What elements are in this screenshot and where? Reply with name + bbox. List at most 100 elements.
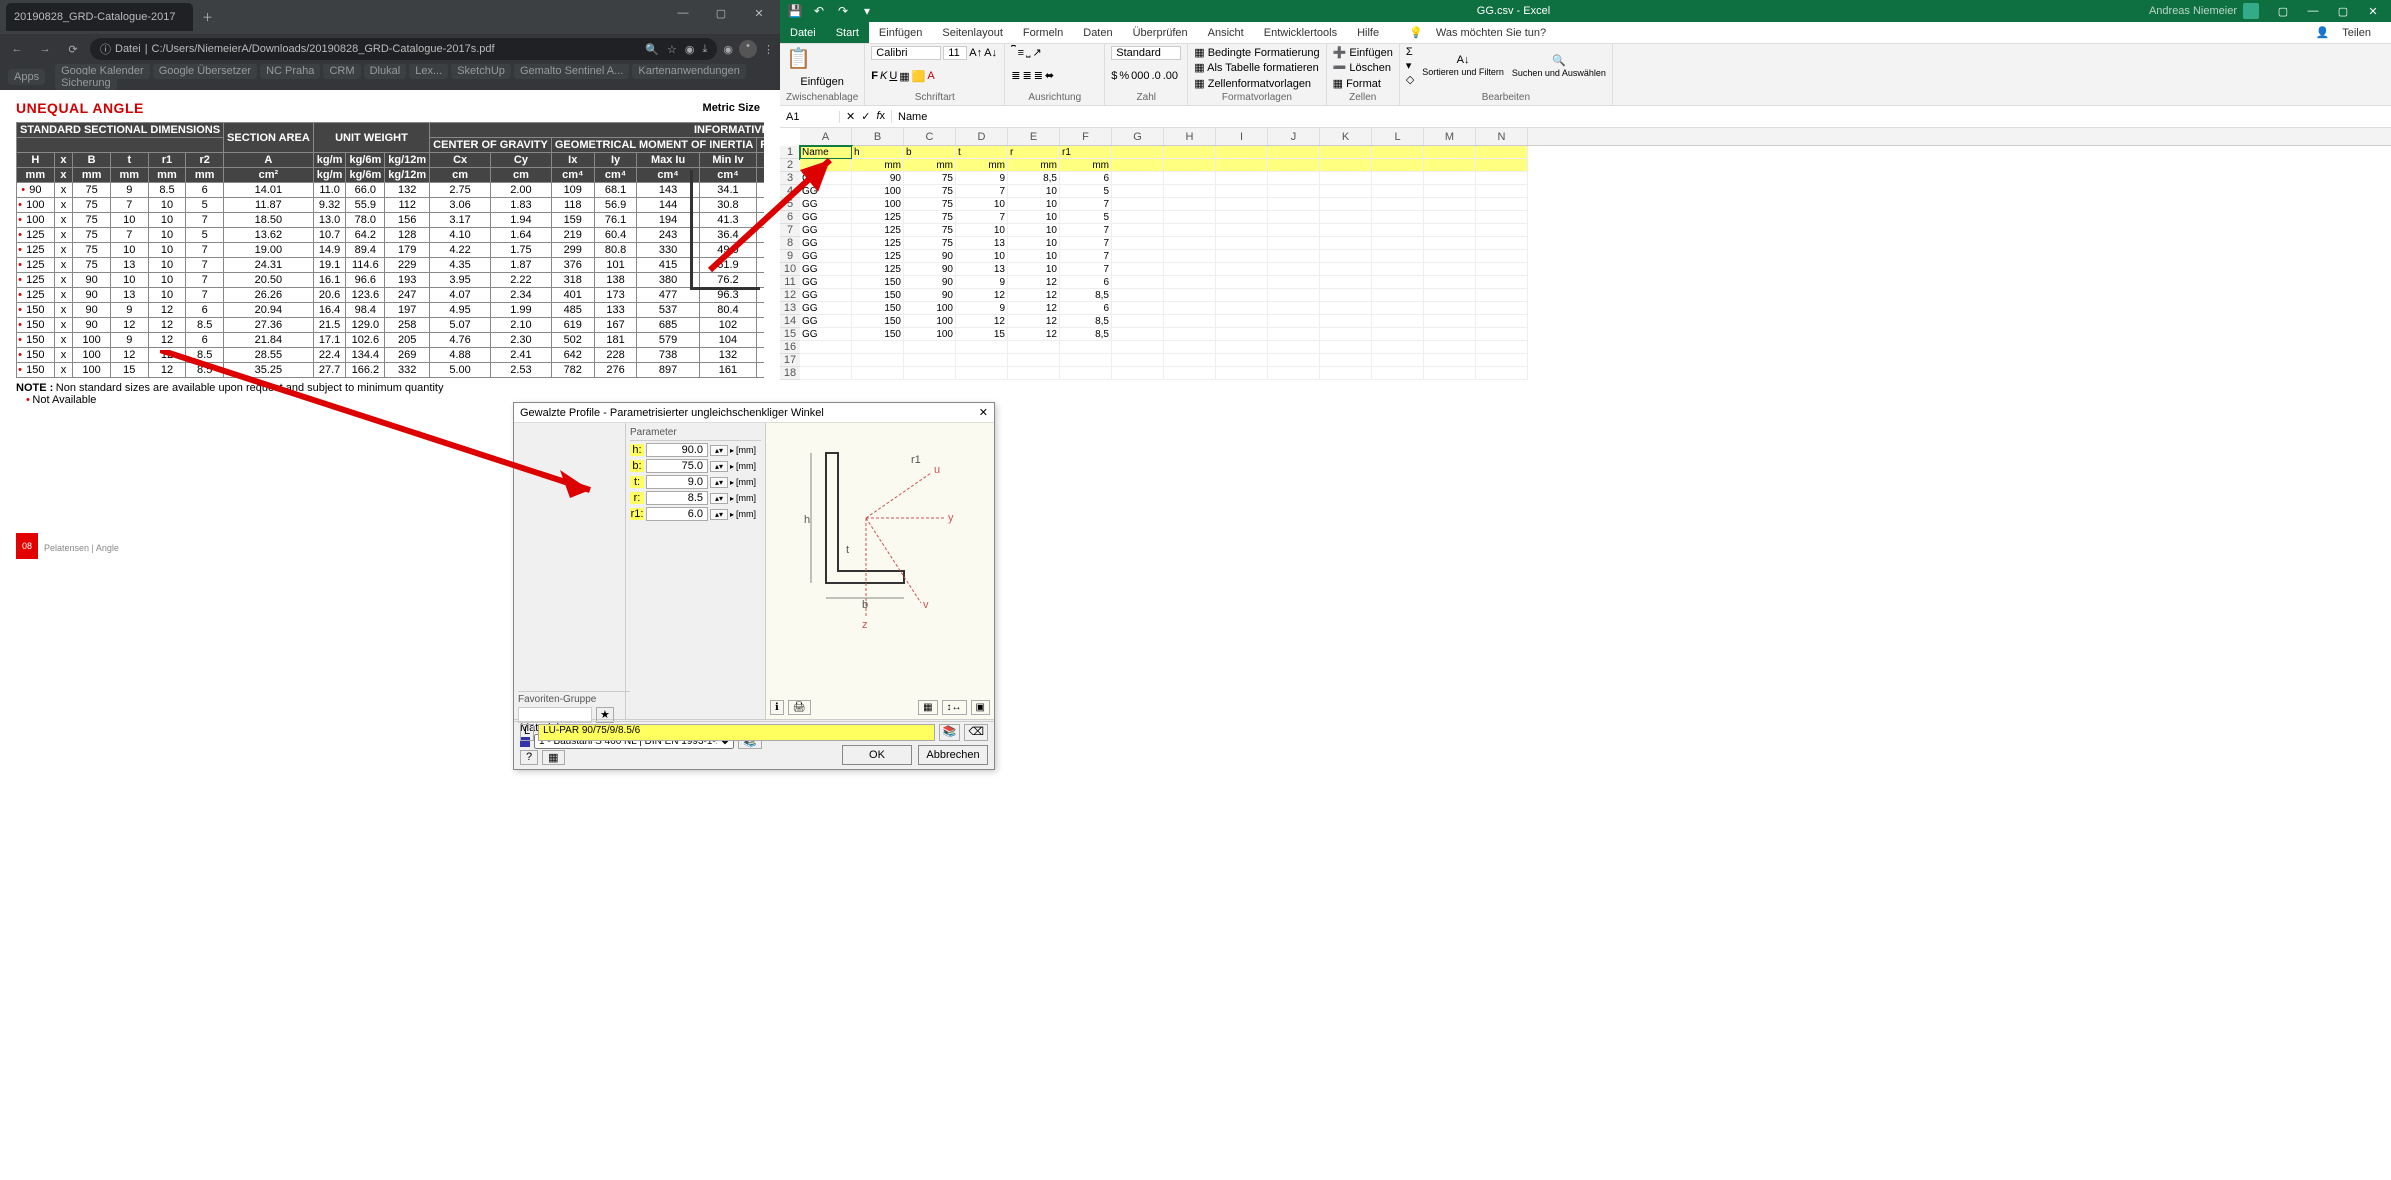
cell[interactable] bbox=[1164, 211, 1216, 224]
col-header[interactable]: N bbox=[1476, 128, 1528, 145]
cell[interactable]: 9 bbox=[956, 276, 1008, 289]
row-header[interactable]: 11 bbox=[780, 276, 800, 289]
cell[interactable] bbox=[1268, 328, 1320, 341]
cell[interactable] bbox=[1476, 224, 1528, 237]
excel-maximize-button[interactable]: ▢ bbox=[2329, 5, 2357, 18]
cell[interactable]: 7 bbox=[1060, 224, 1112, 237]
cell[interactable] bbox=[1476, 237, 1528, 250]
cell[interactable] bbox=[1320, 224, 1372, 237]
cell[interactable] bbox=[1320, 341, 1372, 354]
align-mid-button[interactable]: ≡ bbox=[1018, 47, 1024, 59]
ok-button[interactable]: OK bbox=[842, 745, 912, 765]
col-header[interactable]: F bbox=[1060, 128, 1112, 145]
cell[interactable] bbox=[1008, 341, 1060, 354]
cell[interactable]: 100 bbox=[904, 302, 956, 315]
param-spinner[interactable]: ▴▾ bbox=[710, 445, 728, 456]
cell[interactable]: 8,5 bbox=[1008, 172, 1060, 185]
row-header[interactable]: 5 bbox=[780, 198, 800, 211]
qa-redo-icon[interactable]: ↷ bbox=[832, 4, 854, 18]
cell[interactable]: r bbox=[1008, 146, 1060, 159]
cell[interactable]: 7 bbox=[956, 211, 1008, 224]
row-header[interactable]: 16 bbox=[780, 341, 800, 354]
row-header[interactable]: 6 bbox=[780, 211, 800, 224]
cell[interactable]: 10 bbox=[1008, 224, 1060, 237]
cell[interactable]: GG L125x75x7 bbox=[800, 211, 852, 224]
cell[interactable]: 8,5 bbox=[1060, 328, 1112, 341]
cell[interactable]: 150 bbox=[852, 328, 904, 341]
row-header[interactable]: 18 bbox=[780, 367, 800, 380]
cell[interactable] bbox=[1060, 341, 1112, 354]
cell[interactable] bbox=[1320, 315, 1372, 328]
cell[interactable]: 6 bbox=[1060, 172, 1112, 185]
ribbon-tab-review[interactable]: Überprüfen bbox=[1123, 22, 1198, 43]
param-input[interactable]: 6.0 bbox=[646, 507, 708, 521]
fill-icon[interactable]: ▾ bbox=[1406, 59, 1414, 72]
cell[interactable]: mm bbox=[956, 159, 1008, 172]
cell[interactable] bbox=[1372, 250, 1424, 263]
row-header[interactable]: 7 bbox=[780, 224, 800, 237]
units-icon[interactable]: ▦ bbox=[542, 750, 564, 765]
row-header[interactable]: 9 bbox=[780, 250, 800, 263]
cell[interactable]: GG L100x75x7 bbox=[800, 185, 852, 198]
cell[interactable] bbox=[1112, 211, 1164, 224]
cell[interactable] bbox=[956, 354, 1008, 367]
cell[interactable] bbox=[1164, 250, 1216, 263]
cell[interactable]: 10 bbox=[956, 224, 1008, 237]
find-select-button[interactable]: 🔍Suchen und Auswählen bbox=[1512, 54, 1606, 79]
cell[interactable] bbox=[1424, 211, 1476, 224]
cell[interactable] bbox=[1424, 159, 1476, 172]
col-header[interactable]: D bbox=[956, 128, 1008, 145]
cell[interactable] bbox=[1216, 224, 1268, 237]
cell[interactable] bbox=[1320, 185, 1372, 198]
cell[interactable]: 7 bbox=[1060, 198, 1112, 211]
col-header[interactable]: C bbox=[904, 128, 956, 145]
font-grow-icon[interactable]: A↑ bbox=[969, 47, 982, 59]
cell[interactable] bbox=[1112, 185, 1164, 198]
percent-icon[interactable]: % bbox=[1119, 70, 1129, 82]
excel-minimize-button[interactable]: — bbox=[2299, 5, 2327, 18]
cell[interactable] bbox=[1424, 198, 1476, 211]
cell[interactable] bbox=[1372, 341, 1424, 354]
cell[interactable]: t bbox=[956, 146, 1008, 159]
cell[interactable] bbox=[1216, 185, 1268, 198]
formula-input[interactable]: Name bbox=[892, 111, 2391, 123]
ribbon-tab-file[interactable]: Datei bbox=[780, 22, 826, 43]
insert-cells-button[interactable]: ➕ Einfügen bbox=[1333, 46, 1393, 59]
cell[interactable] bbox=[1216, 341, 1268, 354]
fullscreen-icon[interactable]: ▣ bbox=[971, 700, 990, 715]
cell[interactable] bbox=[1112, 328, 1164, 341]
cell[interactable] bbox=[1216, 315, 1268, 328]
cell[interactable] bbox=[1476, 185, 1528, 198]
format-table-button[interactable]: ▦ Als Tabelle formatieren bbox=[1194, 61, 1319, 74]
cell[interactable] bbox=[1112, 172, 1164, 185]
cell[interactable]: 12 bbox=[1008, 276, 1060, 289]
cell[interactable] bbox=[800, 367, 852, 380]
window-minimize-button[interactable]: — bbox=[666, 7, 700, 27]
tell-me[interactable]: 💡 Was möchten Sie tun? bbox=[1399, 22, 1566, 43]
cell[interactable]: GG L150x90x12 bbox=[800, 289, 852, 302]
col-header[interactable]: L bbox=[1372, 128, 1424, 145]
cell[interactable]: 5 bbox=[1060, 211, 1112, 224]
cell[interactable] bbox=[1320, 250, 1372, 263]
cell[interactable] bbox=[1372, 302, 1424, 315]
param-spinner[interactable]: ▴▾ bbox=[710, 493, 728, 504]
bookmark-item[interactable]: Google Übersetzer bbox=[153, 64, 257, 79]
cell[interactable] bbox=[1164, 198, 1216, 211]
cell[interactable]: 12 bbox=[956, 289, 1008, 302]
font-color-button[interactable]: A bbox=[927, 70, 934, 82]
cell[interactable] bbox=[1164, 367, 1216, 380]
cell[interactable] bbox=[1216, 237, 1268, 250]
cell[interactable]: GG L150x90x9 bbox=[800, 276, 852, 289]
cell[interactable] bbox=[1112, 237, 1164, 250]
cell[interactable] bbox=[1008, 367, 1060, 380]
cell[interactable]: 6 bbox=[1060, 302, 1112, 315]
cell[interactable] bbox=[1424, 354, 1476, 367]
cell[interactable]: 125 bbox=[852, 211, 904, 224]
cell[interactable]: 125 bbox=[852, 237, 904, 250]
cell[interactable] bbox=[1476, 172, 1528, 185]
eye-icon[interactable]: ◉ bbox=[685, 43, 695, 56]
cell[interactable]: 90 bbox=[904, 276, 956, 289]
cell[interactable] bbox=[1268, 237, 1320, 250]
cell[interactable] bbox=[1268, 185, 1320, 198]
comma-icon[interactable]: 000 bbox=[1131, 70, 1149, 82]
